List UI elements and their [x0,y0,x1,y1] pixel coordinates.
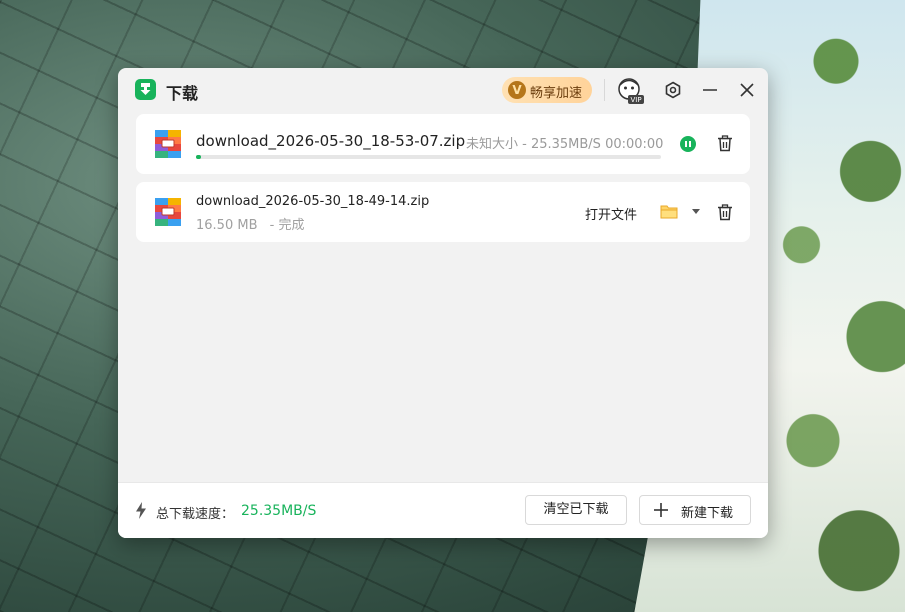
vip-avatar-icon[interactable]: VIP [616,76,646,106]
vip-speedup-label: 畅享加速 [530,86,583,101]
close-icon[interactable] [737,80,757,100]
zip-file-icon [155,130,181,158]
toolbar-divider [604,79,605,101]
download-meta: 16.50 MB - 完成 [196,214,304,233]
delete-icon[interactable] [717,204,733,221]
total-speed-label: 总下载速度： [156,507,235,522]
total-speed-value: 25.35MB/S [241,503,317,519]
title-bar[interactable]: 下载 V 畅享加速 VIP [118,68,768,112]
open-file-button[interactable]: 打开文件 [585,204,637,223]
pause-button-icon[interactable] [680,136,696,152]
download-status: - 完成 [269,218,305,233]
lightning-icon [135,502,147,519]
download-app-logo-icon [135,79,156,100]
download-filename: download_2026-05-30_18-53-07.zip [196,132,466,150]
download-item-completed[interactable]: download_2026-05-30_18-49-14.zip 16.50 M… [136,182,750,242]
vip-speedup-button[interactable]: V 畅享加速 [502,77,592,103]
delete-icon[interactable] [717,135,733,152]
zip-file-icon [155,198,181,226]
plus-icon [654,503,668,517]
window-title: 下载 [166,84,199,103]
chevron-down-icon[interactable] [692,209,700,214]
download-progress-bar [196,155,661,159]
clear-downloaded-button[interactable]: 清空已下载 [525,495,627,525]
settings-icon[interactable] [663,80,683,100]
download-progress-fill [196,155,201,159]
folder-icon[interactable] [660,204,678,219]
new-download-label: 新建下载 [681,506,734,521]
download-window: 下载 V 畅享加速 VIP download_2026-05-30_18-53-… [118,68,768,538]
download-filename: download_2026-05-30_18-49-14.zip [196,194,430,209]
new-download-button[interactable]: 新建下载 [639,495,751,525]
svg-text:VIP: VIP [631,96,642,104]
footer-bar: 总下载速度： 25.35MB/S 清空已下载 新建下载 [118,482,768,538]
vip-badge-icon: V [508,81,526,99]
minimize-icon[interactable] [700,80,720,100]
download-item-active[interactable]: download_2026-05-30_18-53-07.zip 未知大小 - … [136,114,750,174]
download-size: 16.50 MB [196,218,258,233]
download-status-text: 未知大小 - 25.35MB/S 00:00:00 [466,137,664,152]
